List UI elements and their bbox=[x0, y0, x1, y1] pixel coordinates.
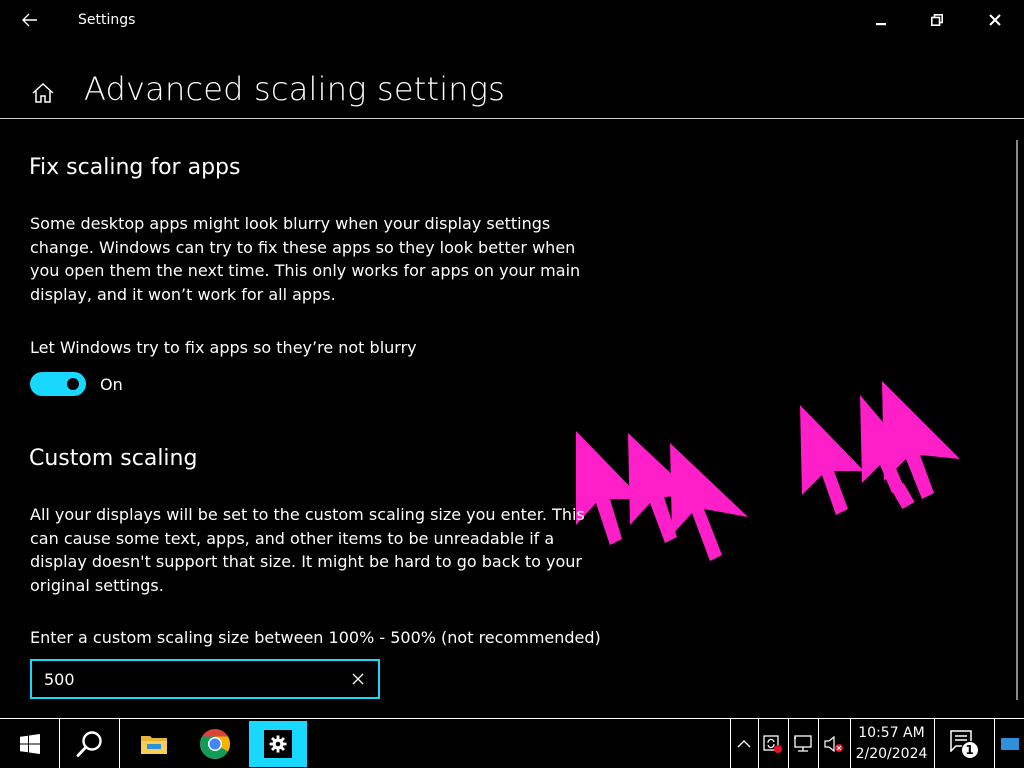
desktop-icon bbox=[1000, 737, 1019, 750]
settings-gear-icon bbox=[269, 735, 287, 753]
restore-icon bbox=[931, 14, 943, 26]
home-button[interactable] bbox=[26, 76, 60, 110]
home-icon bbox=[32, 82, 54, 103]
window-title: Settings bbox=[78, 12, 136, 28]
search-button[interactable] bbox=[60, 719, 120, 768]
network-button[interactable] bbox=[788, 719, 818, 768]
file-explorer-button[interactable] bbox=[126, 719, 182, 768]
chevron-up-icon bbox=[737, 739, 750, 747]
restore-button[interactable] bbox=[912, 4, 962, 36]
start-button[interactable] bbox=[0, 719, 60, 768]
notification-wrapper: 1 bbox=[949, 729, 979, 759]
show-desktop-button[interactable] bbox=[994, 719, 1024, 768]
cursor-trail-decoration bbox=[576, 381, 960, 561]
close-icon bbox=[989, 14, 1001, 26]
chrome-button[interactable] bbox=[186, 719, 244, 768]
toggle-knob bbox=[67, 378, 79, 390]
clear-input-button[interactable] bbox=[346, 668, 370, 690]
clock-time: 10:57 AM bbox=[858, 724, 925, 741]
clear-icon bbox=[352, 673, 364, 685]
title-bar: Settings bbox=[0, 0, 1024, 40]
taskbar: 10:57 AM 2/20/2024 1 bbox=[0, 718, 1024, 768]
windows-logo-icon bbox=[19, 733, 40, 754]
custom-scaling-description: All your displays will be set to the cus… bbox=[30, 505, 585, 595]
back-arrow-icon bbox=[22, 13, 37, 27]
custom-scaling-input-label: Enter a custom scaling size between 100%… bbox=[30, 628, 601, 647]
chrome-icon bbox=[199, 728, 231, 759]
tray-sync-button[interactable] bbox=[758, 719, 786, 768]
fix-blurry-toggle-label: Let Windows try to fix apps so they’re n… bbox=[30, 338, 417, 357]
clock-date: 2/20/2024 bbox=[855, 745, 928, 762]
fix-scaling-heading: Fix scaling for apps bbox=[29, 155, 241, 180]
file-explorer-icon bbox=[141, 735, 167, 754]
minimize-icon bbox=[876, 23, 886, 26]
header-divider bbox=[0, 118, 1024, 119]
page-title: Advanced scaling settings bbox=[84, 70, 506, 108]
custom-scaling-input[interactable] bbox=[44, 668, 334, 690]
toggle-state-label: On bbox=[100, 375, 123, 394]
fix-blurry-toggle[interactable] bbox=[30, 372, 86, 396]
clock-button[interactable]: 10:57 AM 2/20/2024 bbox=[850, 719, 932, 768]
cursor-arrow-icon bbox=[800, 405, 864, 515]
volume-muted-icon bbox=[823, 735, 843, 752]
back-button[interactable] bbox=[14, 6, 46, 34]
search-icon bbox=[76, 730, 102, 757]
scrollbar[interactable] bbox=[1016, 140, 1018, 700]
minimize-button[interactable] bbox=[856, 4, 906, 36]
sync-alert-icon bbox=[762, 734, 782, 753]
network-icon bbox=[793, 734, 812, 752]
notification-count-badge: 1 bbox=[960, 740, 979, 759]
cursor-arrow-icon bbox=[670, 443, 748, 561]
fix-scaling-description: Some desktop apps might look blurry when… bbox=[30, 214, 581, 304]
settings-taskbar-button[interactable] bbox=[249, 721, 307, 767]
custom-scaling-field[interactable] bbox=[30, 659, 380, 699]
action-center-button[interactable]: 1 bbox=[934, 719, 992, 768]
close-button[interactable] bbox=[970, 4, 1020, 36]
volume-button[interactable] bbox=[818, 719, 848, 768]
custom-scaling-heading: Custom scaling bbox=[29, 446, 198, 471]
settings-tile bbox=[264, 730, 292, 758]
show-hidden-icons-button[interactable] bbox=[730, 719, 756, 768]
